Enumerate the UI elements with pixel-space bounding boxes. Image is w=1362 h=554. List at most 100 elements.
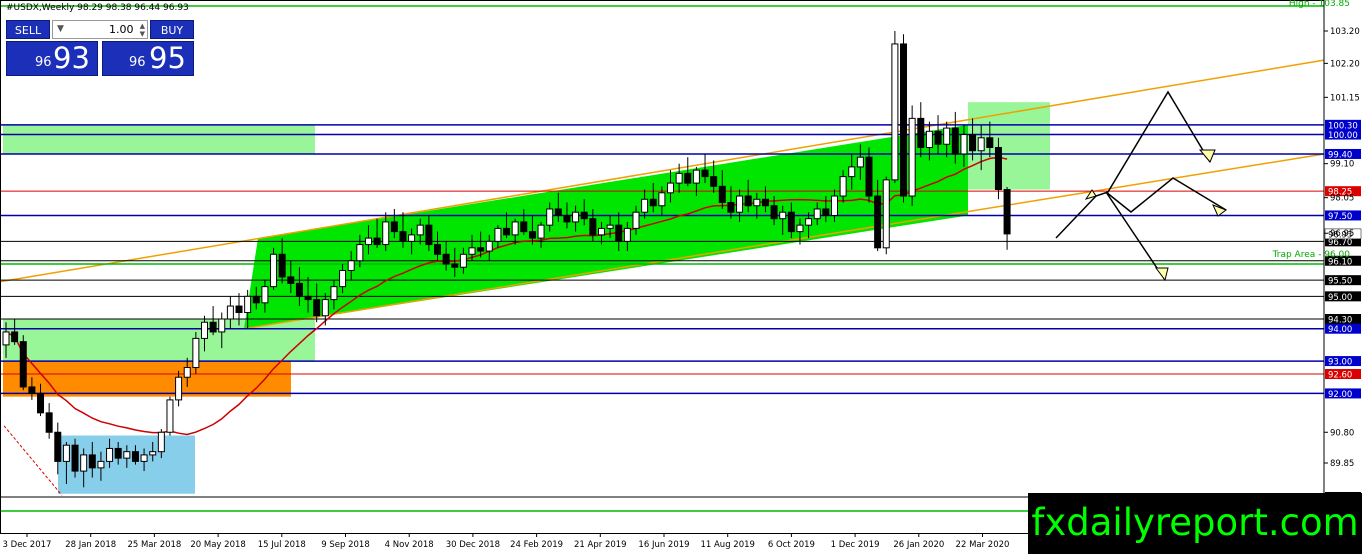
x-tick-label: 6 Oct 2019 (768, 540, 815, 550)
buy-quote[interactable]: 96 95 (102, 41, 194, 76)
sell-quote-small: 96 (35, 55, 52, 70)
y-tick-label: 89.85 (1330, 459, 1354, 469)
candle-body (900, 43, 908, 197)
candle-body (261, 286, 269, 304)
candle-body (882, 179, 890, 249)
buy-quote-small: 96 (129, 55, 146, 70)
high-label: High - 103.85 (1289, 0, 1350, 9)
lot-size-input[interactable]: ▼ 1.00 ▲ ▼ (52, 20, 148, 39)
candle-body (425, 224, 433, 246)
candle-body (28, 386, 36, 394)
window-title: #USDX,Weekly 98.29 98.38 96.44 96.93 (6, 3, 189, 13)
candle-body (434, 244, 441, 255)
candle-body (347, 260, 355, 271)
candle-body (2, 331, 10, 346)
x-tick-label: 30 Dec 2018 (446, 540, 500, 550)
price-chart[interactable]: 100.30100.0099.4098.2597.5096.7096.1095.… (0, 0, 1362, 554)
candle-body (675, 172, 683, 184)
price-level-label: 100.00 (1328, 131, 1358, 141)
lot-spinner-icon[interactable]: ▲ ▼ (140, 22, 145, 38)
sell-quote-big: 93 (53, 41, 90, 75)
buy-quote-big: 95 (149, 41, 186, 75)
lot-value: 1.00 (109, 23, 134, 36)
projection-arrow-head (1155, 267, 1169, 282)
candle-body (951, 127, 959, 155)
candle-body (969, 134, 977, 152)
dashed-trend-line (3, 425, 63, 496)
candle-body (925, 130, 933, 148)
candle-body (649, 198, 657, 207)
candle-body (192, 337, 200, 369)
candle-body (80, 454, 88, 472)
candle-body (597, 227, 605, 236)
y-tick-label: 101.15 (1330, 93, 1360, 103)
candle-body (45, 412, 53, 433)
candle-body (140, 454, 148, 462)
candle-body (856, 156, 864, 168)
trend-channel-fill (244, 124, 968, 329)
price-level-label: 95.00 (1328, 293, 1352, 303)
candle-body (520, 221, 528, 233)
projection-arrow-line (1105, 177, 1227, 213)
candle-body (770, 205, 778, 220)
x-tick-label: 20 May 2018 (190, 540, 245, 550)
candle-body (813, 208, 821, 220)
candle-body (416, 224, 424, 236)
candle-body (589, 218, 597, 236)
x-tick-label: 4 Nov 2018 (385, 540, 434, 550)
candle-body (287, 276, 295, 284)
candle-body (123, 451, 131, 459)
candle-body (149, 451, 157, 456)
candle-body (166, 399, 174, 433)
candle-body (131, 451, 139, 462)
watermark-logo: fxdailyreport.com (1028, 493, 1362, 554)
candle-body (641, 198, 649, 213)
projection-arrow-line (1105, 191, 1166, 281)
candle-body (658, 192, 666, 207)
candle-body (295, 282, 303, 297)
candle-body (787, 211, 795, 233)
candle-body (822, 208, 830, 216)
candle-body (226, 305, 234, 320)
one-click-trade-panel: SELL ▼ 1.00 ▲ ▼ BUY 96 93 96 95 (6, 20, 194, 77)
candle-body (761, 198, 769, 207)
candle-body (960, 134, 968, 155)
x-tick-label: 26 Jan 2020 (893, 540, 944, 550)
candle-body (718, 185, 726, 204)
y-tick-label: 98.05 (1330, 194, 1354, 204)
candle-body (252, 295, 260, 304)
lot-decrease-icon[interactable]: ▼ (57, 21, 64, 38)
candle-body (459, 253, 467, 268)
sell-quote[interactable]: 96 93 (6, 41, 98, 76)
trap-area-label: Trap Area - 96.00 (1272, 250, 1351, 260)
candle-body (485, 240, 493, 252)
candle-body (37, 392, 45, 414)
candle-body (632, 211, 640, 229)
candle-body (779, 211, 787, 220)
candle-body (19, 341, 27, 388)
candle-body (54, 431, 62, 462)
x-tick-label: 1 Dec 2019 (831, 540, 880, 550)
candle-body (106, 447, 114, 462)
candle-body (511, 221, 519, 236)
buy-button[interactable]: BUY (150, 20, 194, 39)
candle-body (97, 460, 105, 469)
candle-body (563, 214, 571, 223)
candle-body (244, 295, 252, 314)
candle-body (848, 166, 856, 178)
candle-body (442, 253, 450, 265)
candle-body (580, 211, 588, 220)
y-tick-label: 103.20 (1330, 27, 1360, 37)
candle-body (339, 269, 347, 288)
candle-body (88, 454, 96, 469)
candle-body (865, 156, 873, 197)
candle-body (157, 431, 165, 453)
candle-body (313, 299, 321, 317)
sell-button[interactable]: SELL (6, 20, 50, 39)
candle-body (667, 182, 675, 194)
candle-body (503, 227, 511, 236)
candle-body (692, 169, 700, 184)
x-tick-label: 15 Jul 2018 (258, 540, 306, 550)
candle-body (235, 305, 243, 314)
candle-body (805, 218, 813, 226)
